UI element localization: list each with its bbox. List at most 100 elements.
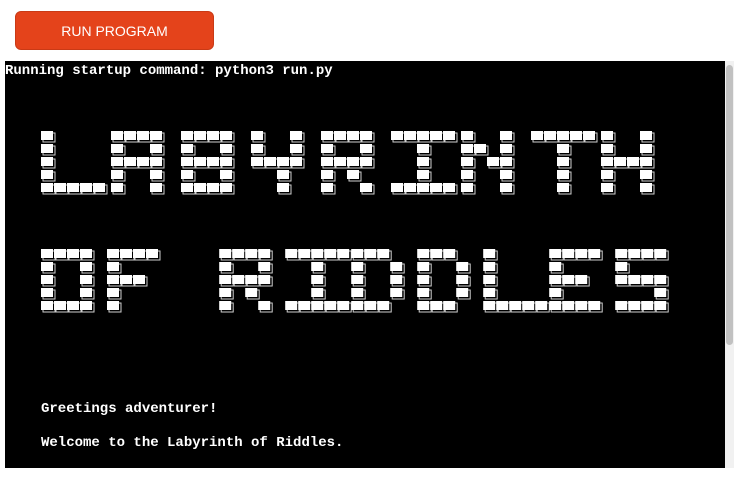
scrollbar-thumb[interactable]	[726, 65, 733, 345]
banner-block	[41, 183, 53, 192]
banner-block	[500, 183, 512, 192]
banner-block	[461, 144, 473, 153]
banner-block	[531, 131, 543, 140]
banner-block	[417, 249, 430, 258]
banner-block	[337, 249, 350, 258]
banner-block	[615, 275, 628, 284]
banner-block	[41, 288, 53, 297]
banner-block	[324, 249, 337, 258]
banner-block	[150, 157, 162, 166]
banner-block	[111, 131, 123, 140]
banner-block	[360, 183, 372, 192]
banner-block	[80, 262, 92, 271]
banner-block	[220, 183, 232, 192]
banner-block	[111, 183, 123, 192]
banner-block	[150, 170, 162, 179]
banner-block	[557, 131, 569, 140]
banner-block	[391, 131, 403, 140]
banner-block	[535, 301, 548, 310]
banner-block	[285, 301, 298, 310]
banner-block	[285, 249, 298, 258]
banner-block	[67, 301, 79, 310]
banner-block	[570, 131, 582, 140]
banner-block	[483, 301, 496, 310]
banner-block	[601, 144, 613, 153]
banner-block	[321, 157, 333, 166]
banner-block	[245, 288, 258, 297]
banner-block	[575, 275, 588, 284]
banner-block	[417, 131, 429, 140]
banner-block	[107, 288, 119, 297]
banner-block	[80, 288, 92, 297]
terminal-scrollbar[interactable]	[725, 61, 734, 468]
banner-block	[483, 262, 496, 271]
banner-block	[404, 183, 416, 192]
banner-block	[311, 275, 324, 284]
banner-block	[628, 301, 641, 310]
banner-block	[251, 144, 263, 153]
banner-block	[654, 288, 667, 297]
banner-block	[474, 144, 486, 153]
banner-block	[575, 301, 588, 310]
banner-block	[194, 183, 206, 192]
banner-block	[351, 262, 364, 271]
banner-block	[654, 301, 667, 310]
banner-block	[390, 262, 403, 271]
banner-block	[549, 301, 562, 310]
banner-block	[417, 157, 429, 166]
banner-block	[575, 249, 588, 258]
banner-block	[351, 301, 364, 310]
banner-block	[404, 131, 416, 140]
banner-block	[351, 275, 364, 284]
banner-block	[290, 144, 302, 153]
banner-block	[207, 131, 219, 140]
banner-block	[219, 288, 232, 297]
banner-block	[311, 301, 324, 310]
banner-block	[207, 183, 219, 192]
banner-block	[601, 131, 613, 140]
banner-block	[194, 131, 206, 140]
banner-block	[220, 144, 232, 153]
banner-block	[654, 249, 667, 258]
banner-block	[557, 144, 569, 153]
banner-block	[417, 275, 430, 284]
banner-block	[150, 183, 162, 192]
banner-block	[417, 144, 429, 153]
banner-block	[557, 170, 569, 179]
banner-block	[417, 262, 430, 271]
banner-block	[601, 157, 613, 166]
banner-block	[107, 301, 119, 310]
banner-block	[557, 183, 569, 192]
banner-block	[124, 131, 136, 140]
banner-block	[430, 249, 443, 258]
banner-block	[54, 183, 66, 192]
banner-block	[80, 275, 92, 284]
banner-block	[311, 249, 324, 258]
terminal[interactable]: Running startup command: python3 run.py …	[5, 61, 725, 468]
banner-block	[347, 131, 359, 140]
banner-block	[321, 131, 333, 140]
banner-block	[562, 249, 575, 258]
banner-block	[111, 144, 123, 153]
banner-block	[628, 249, 641, 258]
banner-block	[219, 275, 232, 284]
banner-block	[417, 183, 429, 192]
banner-block	[360, 144, 372, 153]
banner-block	[390, 288, 403, 297]
run-program-button[interactable]: RUN PROGRAM	[15, 11, 214, 50]
banner-block	[640, 157, 652, 166]
banner-block	[351, 249, 364, 258]
banner-block	[207, 157, 219, 166]
banner-block	[417, 288, 430, 297]
banner-block	[347, 170, 359, 179]
banner-block	[360, 157, 372, 166]
banner-block	[290, 131, 302, 140]
banner-block	[80, 249, 92, 258]
banner-block	[417, 301, 430, 310]
banner-block	[509, 301, 522, 310]
banner-block	[251, 157, 263, 166]
banner-block	[377, 249, 390, 258]
banner-block	[277, 170, 289, 179]
banner-block	[321, 144, 333, 153]
banner-block	[181, 144, 193, 153]
